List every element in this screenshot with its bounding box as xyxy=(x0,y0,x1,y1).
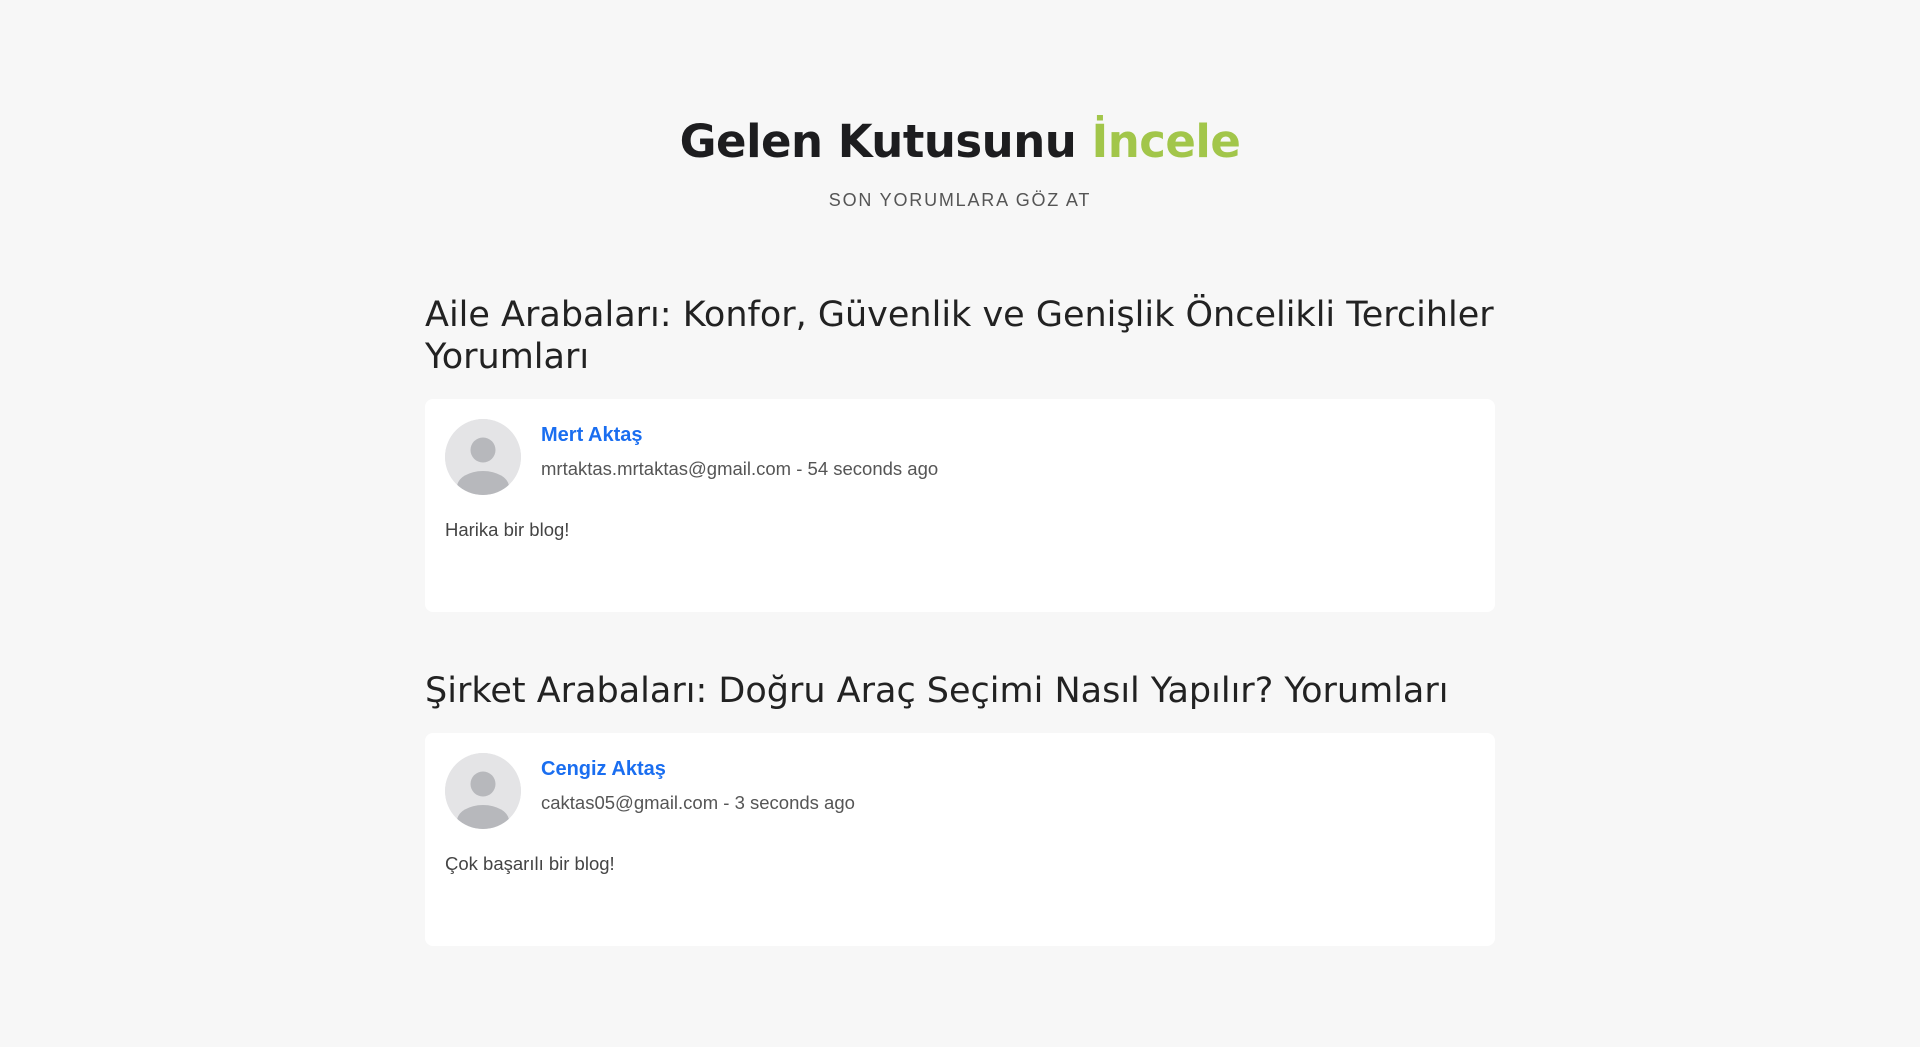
post-title: Şirket Arabaları: Doğru Araç Seçimi Nası… xyxy=(425,671,1449,711)
comment-card: Mert Aktaş mrtaktas.mrtaktas@gmail.com -… xyxy=(425,399,1495,612)
page-title-accent: İncele xyxy=(1091,115,1241,168)
comment-sub-info: mrtaktas.mrtaktas@gmail.com - 54 seconds… xyxy=(541,456,938,482)
post-section: Aile Arabaları: Konfor, Güvenlik ve Geni… xyxy=(425,294,1495,612)
user-avatar-icon xyxy=(445,753,521,829)
comment-header: Mert Aktaş mrtaktas.mrtaktas@gmail.com -… xyxy=(445,419,1475,495)
comment-meta: Mert Aktaş mrtaktas.mrtaktas@gmail.com -… xyxy=(541,419,938,482)
comment-meta: Cengiz Aktaş caktas05@gmail.com - 3 seco… xyxy=(541,753,855,816)
comment-author-link[interactable]: Cengiz Aktaş xyxy=(541,755,666,783)
comment-time: 54 seconds ago xyxy=(807,458,939,479)
comment-separator: - xyxy=(718,792,735,813)
comment-author-link[interactable]: Mert Aktaş xyxy=(541,421,643,449)
post-section: Şirket Arabaları: Doğru Araç Seçimi Nası… xyxy=(425,670,1495,946)
user-avatar-icon-svg xyxy=(445,753,521,829)
page-title-main: Gelen Kutusunu xyxy=(679,115,1077,168)
comment-text: Harika bir blog! xyxy=(445,519,570,540)
page-title: Gelen Kutusunu İncele xyxy=(0,114,1920,170)
comment-text: Çok başarılı bir blog! xyxy=(445,853,615,874)
post-title: Aile Arabaları: Konfor, Güvenlik ve Geni… xyxy=(425,295,1494,377)
page-subtitle: SON YORUMLARA GÖZ AT xyxy=(828,190,1092,210)
comment-sub-info: caktas05@gmail.com - 3 seconds ago xyxy=(541,790,855,816)
comment-header: Cengiz Aktaş caktas05@gmail.com - 3 seco… xyxy=(445,753,1475,829)
user-avatar-icon-svg xyxy=(445,419,521,495)
page-header: Gelen Kutusunu İncele SON YORUMLARA GÖZ … xyxy=(0,0,1920,211)
comment-card: Cengiz Aktaş caktas05@gmail.com - 3 seco… xyxy=(425,733,1495,946)
comments-container: Aile Arabaları: Konfor, Güvenlik ve Geni… xyxy=(425,211,1495,946)
user-avatar-icon xyxy=(445,419,521,495)
comment-email: caktas05@gmail.com xyxy=(541,792,719,813)
comment-email: mrtaktas.mrtaktas@gmail.com xyxy=(541,458,792,479)
comment-separator: - xyxy=(791,458,808,479)
comment-time: 3 seconds ago xyxy=(734,792,855,813)
